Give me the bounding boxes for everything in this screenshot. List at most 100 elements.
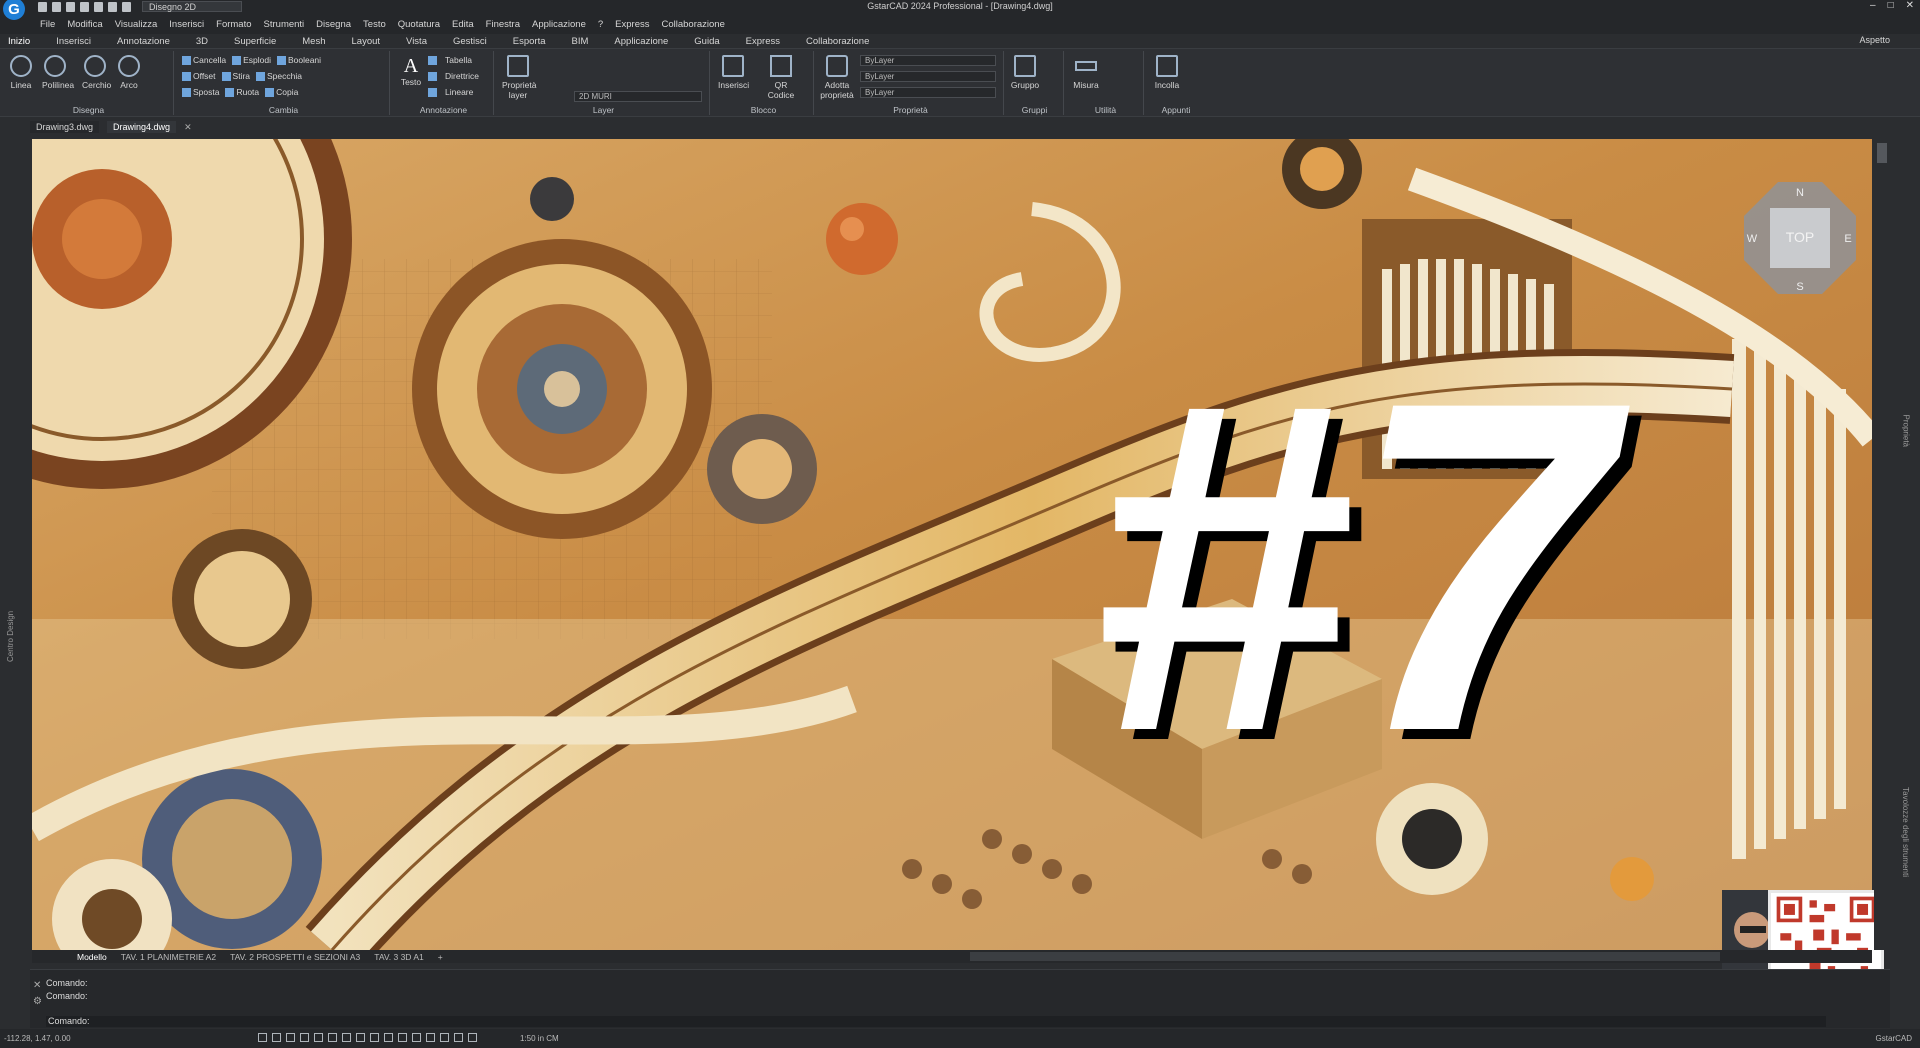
tab-inserisci[interactable]: Inserisci bbox=[56, 36, 91, 47]
doc-tab-drawing4[interactable]: Drawing4.dwg bbox=[107, 121, 177, 133]
offset-button[interactable]: Offset bbox=[182, 71, 216, 82]
menu-help[interactable]: ? bbox=[598, 19, 603, 30]
viewcube-west[interactable]: W bbox=[1747, 233, 1758, 245]
design-center-label[interactable]: Centro Design bbox=[6, 611, 15, 662]
table-button[interactable]: Tabella bbox=[428, 55, 472, 65]
rotate-button[interactable]: Ruota bbox=[225, 87, 259, 98]
polar-icon[interactable] bbox=[300, 1033, 309, 1042]
menu-quotatura[interactable]: Quotatura bbox=[398, 19, 440, 30]
lineweight-icon[interactable] bbox=[370, 1033, 379, 1042]
menu-visualizza[interactable]: Visualizza bbox=[115, 19, 158, 30]
vertical-scrollbar[interactable] bbox=[1874, 139, 1890, 950]
tab-vista[interactable]: Vista bbox=[406, 36, 427, 47]
menu-strumenti[interactable]: Strumenti bbox=[264, 19, 305, 30]
viewcube-south[interactable]: S bbox=[1796, 281, 1803, 293]
add-layout-button[interactable]: + bbox=[438, 952, 443, 962]
viewcube[interactable]: TOP N S E W bbox=[1740, 178, 1860, 298]
text-button[interactable]: A Testo bbox=[398, 55, 424, 87]
qr-code-button[interactable]: QR Codice bbox=[764, 55, 798, 100]
selection-cycling-icon[interactable] bbox=[398, 1033, 407, 1042]
menu-applicazione[interactable]: Applicazione bbox=[532, 19, 586, 30]
annotation-icon[interactable] bbox=[412, 1033, 421, 1042]
otrack-icon[interactable] bbox=[328, 1033, 337, 1042]
viewcube-face-label[interactable]: TOP bbox=[1786, 229, 1815, 245]
menu-collaborazione[interactable]: Collaborazione bbox=[661, 19, 724, 30]
tab-express[interactable]: Express bbox=[746, 36, 780, 47]
menu-finestra[interactable]: Finestra bbox=[486, 19, 520, 30]
viewcube-north[interactable]: N bbox=[1796, 187, 1804, 199]
menu-testo[interactable]: Testo bbox=[363, 19, 386, 30]
leader-button[interactable]: Direttrice bbox=[428, 71, 479, 81]
line-button[interactable]: Linea bbox=[8, 55, 34, 90]
menu-express[interactable]: Express bbox=[615, 19, 649, 30]
dyn-icon[interactable] bbox=[356, 1033, 365, 1042]
menu-inserisci[interactable]: Inserisci bbox=[169, 19, 204, 30]
tab-esporta[interactable]: Esporta bbox=[513, 36, 546, 47]
tab-3d[interactable]: 3D bbox=[196, 36, 208, 47]
menu-modifica[interactable]: Modifica bbox=[67, 19, 102, 30]
lineweight-select[interactable]: ByLayer bbox=[860, 87, 996, 98]
horizontal-scrollbar[interactable] bbox=[970, 952, 1720, 961]
pan-icon[interactable] bbox=[454, 1033, 463, 1042]
paste-button[interactable]: Incolla bbox=[1152, 55, 1182, 90]
color-select[interactable]: ByLayer bbox=[860, 55, 996, 66]
tab-mesh[interactable]: Mesh bbox=[302, 36, 325, 47]
menu-edita[interactable]: Edita bbox=[452, 19, 474, 30]
command-input[interactable]: Comando: bbox=[46, 1016, 1826, 1027]
explode-button[interactable]: Esplodi bbox=[232, 55, 271, 66]
layout-tab-tav2[interactable]: TAV. 2 PROSPETTI e SEZIONI A3 bbox=[230, 952, 360, 962]
grid-icon[interactable] bbox=[272, 1033, 281, 1042]
polyline-button[interactable]: Polilinea bbox=[42, 55, 74, 90]
measure-button[interactable]: Misura bbox=[1070, 55, 1102, 90]
tab-collaborazione[interactable]: Collaborazione bbox=[806, 36, 869, 47]
vertical-scroll-thumb[interactable] bbox=[1877, 143, 1887, 163]
arc-button[interactable]: Arco bbox=[116, 55, 142, 90]
mirror-button[interactable]: Specchia bbox=[256, 71, 302, 82]
tab-inizio[interactable]: Inizio bbox=[8, 36, 30, 47]
layer-properties-button[interactable]: Proprietà layer bbox=[502, 55, 537, 100]
circle-button[interactable]: Cerchio bbox=[82, 55, 111, 90]
ortho-icon[interactable] bbox=[286, 1033, 295, 1042]
layer-select[interactable]: 2D MURI bbox=[574, 91, 702, 102]
layout-tab-tav1[interactable]: TAV. 1 PLANIMETRIE A2 bbox=[121, 952, 216, 962]
close-tab-icon[interactable]: ✕ bbox=[184, 122, 192, 133]
group-button[interactable]: Gruppo bbox=[1010, 55, 1040, 90]
command-options-icon[interactable]: ⚙ bbox=[33, 996, 42, 1007]
zoom-icon[interactable] bbox=[440, 1033, 449, 1042]
units-icon[interactable] bbox=[468, 1033, 477, 1042]
erase-button[interactable]: Cancella bbox=[182, 55, 226, 66]
linetype-select[interactable]: ByLayer bbox=[860, 71, 996, 82]
boolean-button[interactable]: Booleani bbox=[276, 55, 321, 66]
insert-block-button[interactable]: Inserisci bbox=[718, 55, 749, 90]
move-button[interactable]: Sposta bbox=[182, 87, 219, 98]
close-icon[interactable]: ✕ bbox=[1906, 0, 1914, 11]
menu-file[interactable]: File bbox=[40, 19, 55, 30]
tab-bim[interactable]: BIM bbox=[572, 36, 589, 47]
minimize-icon[interactable]: – bbox=[1870, 0, 1876, 11]
menu-disegna[interactable]: Disegna bbox=[316, 19, 351, 30]
transparency-icon[interactable] bbox=[384, 1033, 393, 1042]
copy-button[interactable]: Copia bbox=[265, 87, 298, 98]
annotation-scale[interactable]: 1:50 in CM bbox=[520, 1034, 559, 1043]
properties-palette-label[interactable]: Proprietà bbox=[1901, 415, 1910, 447]
drawing-viewport[interactable]: #7 #7 bbox=[32, 139, 1872, 950]
command-close-icon[interactable]: ✕ bbox=[33, 980, 41, 991]
snap-icon[interactable] bbox=[258, 1033, 267, 1042]
menu-formato[interactable]: Formato bbox=[216, 19, 251, 30]
match-properties-button[interactable]: Adotta proprietà bbox=[820, 55, 854, 100]
viewcube-east[interactable]: E bbox=[1844, 233, 1851, 245]
tab-applicazione[interactable]: Applicazione bbox=[614, 36, 668, 47]
workspace-icon[interactable] bbox=[426, 1033, 435, 1042]
tool-palettes-label[interactable]: Tavolozze degli strumenti bbox=[1901, 787, 1910, 877]
tab-layout[interactable]: Layout bbox=[352, 36, 381, 47]
maximize-icon[interactable]: □ bbox=[1888, 0, 1894, 11]
layout-tab-model[interactable]: Modello bbox=[77, 952, 107, 962]
layout-tab-tav3[interactable]: TAV. 3 3D A1 bbox=[374, 952, 423, 962]
stretch-button[interactable]: Stira bbox=[221, 71, 250, 82]
appearance-menu[interactable]: Aspetto bbox=[1859, 35, 1890, 45]
ducs-icon[interactable] bbox=[342, 1033, 351, 1042]
tab-guida[interactable]: Guida bbox=[694, 36, 719, 47]
doc-tab-drawing3[interactable]: Drawing3.dwg bbox=[30, 121, 100, 133]
tab-superficie[interactable]: Superficie bbox=[234, 36, 276, 47]
tab-gestisci[interactable]: Gestisci bbox=[453, 36, 487, 47]
